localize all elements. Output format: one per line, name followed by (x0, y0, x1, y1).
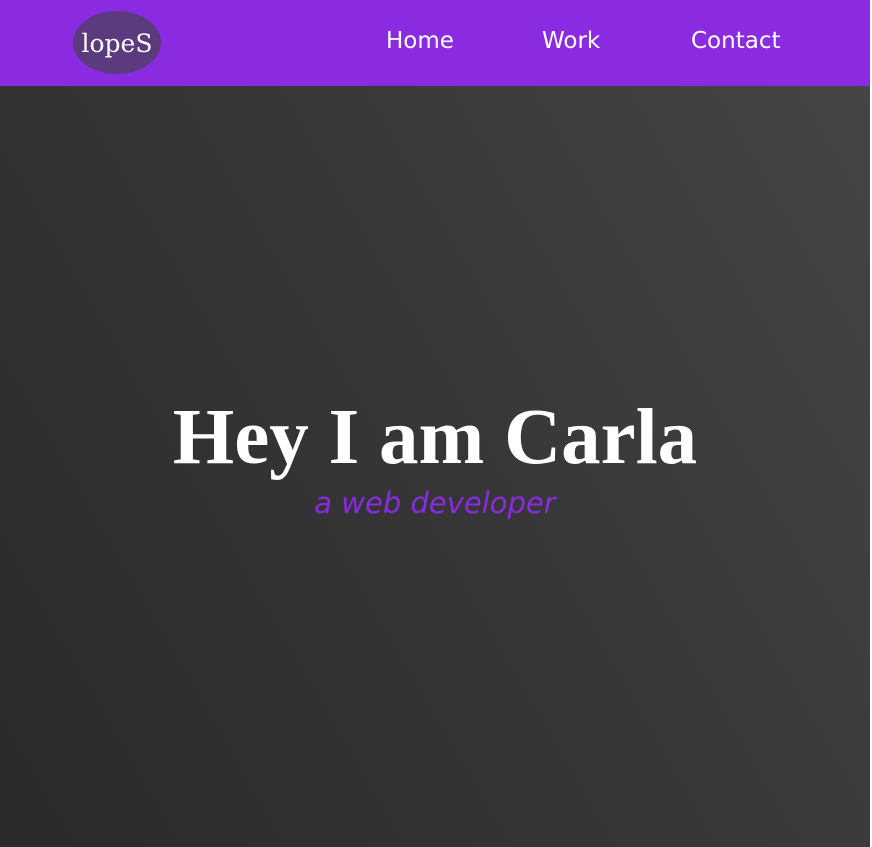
nav-contact-link[interactable]: Contact (691, 25, 780, 57)
nav-work-link[interactable]: Work (542, 25, 600, 57)
hero-section: Hey I am Carla a web developer (0, 86, 870, 847)
hero-title: Hey I am Carla (172, 394, 698, 481)
top-navbar: lopeS Home Work Contact (0, 0, 870, 86)
logo-link[interactable]: lopeS (73, 11, 161, 74)
logo-text: lopeS (81, 29, 153, 58)
nav-home-link[interactable]: Home (386, 25, 454, 57)
hero-subtitle: a web developer (314, 486, 556, 520)
